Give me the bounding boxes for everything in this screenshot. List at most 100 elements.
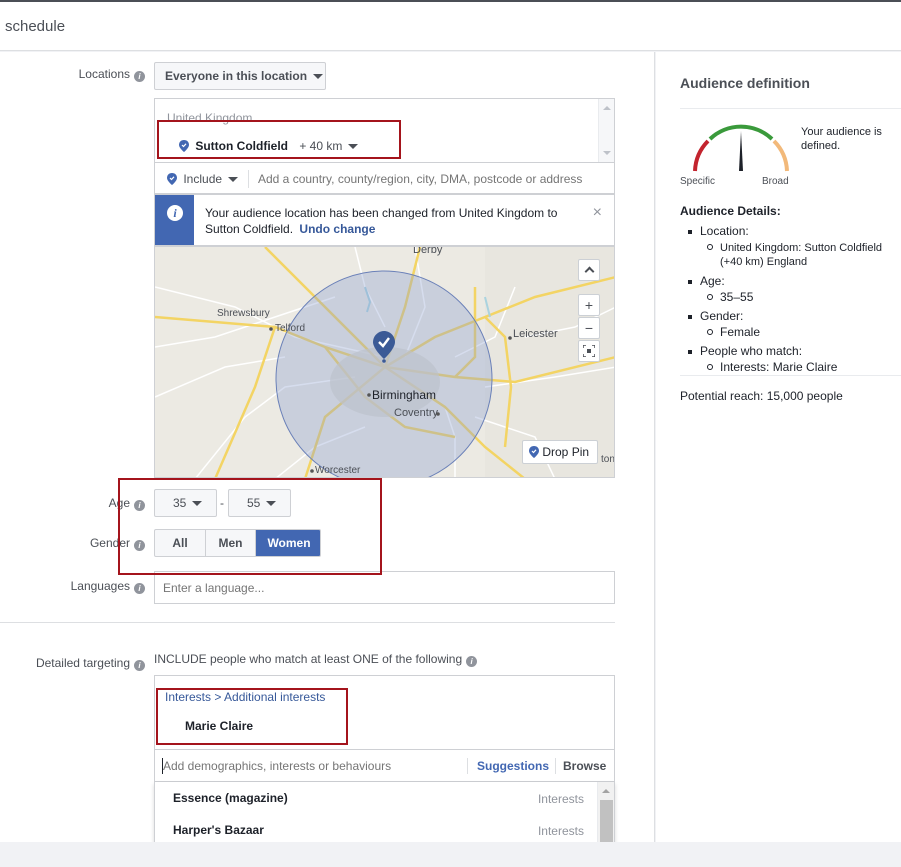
targeting-selections: Interests > Additional interests Marie C… [154, 675, 615, 749]
divider [555, 758, 556, 774]
bullet [707, 364, 713, 370]
language-input[interactable] [154, 571, 615, 604]
info-icon: i [167, 205, 183, 221]
list-item: Gender: [688, 310, 901, 323]
suggestions-scrollbar[interactable] [597, 782, 614, 842]
info-icon[interactable]: i [134, 71, 145, 82]
locations-label-row: Locations i [0, 67, 145, 82]
zoom-out-button[interactable]: − [578, 317, 600, 339]
suggestion-name: Harper's Bazaar [173, 823, 264, 837]
age-min-value: 35 [173, 496, 187, 510]
location-search-row: Include [154, 162, 615, 194]
targeting-search-row: Suggestions Browse [154, 749, 615, 782]
map-label-telford: Telford [275, 323, 306, 334]
map-label-shrewsbury: Shrewsbury [217, 308, 270, 319]
radius-value: + 40 km [299, 139, 343, 153]
suggestions-tab[interactable]: Suggestions [477, 759, 549, 773]
location-pin-marker-icon[interactable] [373, 331, 395, 363]
age-min-dropdown[interactable]: 35 [154, 489, 217, 517]
detail-value: Interests: Marie Claire [720, 360, 838, 374]
bullet [688, 230, 692, 234]
notice-message: Your audience location has been changed … [205, 205, 585, 237]
map-label-birmingham: Birmingham [372, 388, 437, 402]
gender-option-all[interactable]: All [155, 530, 206, 556]
location-pin-icon [167, 173, 177, 185]
ad-set-editor: schedule Locations i Everyone in this loc… [0, 0, 901, 867]
list-item[interactable]: Essence (magazine) Interests [155, 782, 598, 814]
age-separator: - [220, 496, 224, 510]
location-map[interactable]: Derby Shrewsbury Telford Leicester Birmi… [154, 246, 615, 478]
country-group-label: United Kingdom [167, 111, 253, 125]
zoom-in-button[interactable]: + [578, 294, 600, 316]
scroll-down-icon[interactable] [603, 151, 611, 155]
bullet [688, 350, 692, 354]
detail-heading: Location: [700, 224, 749, 238]
scroll-up-icon[interactable] [602, 789, 610, 793]
chevron-down-icon [228, 177, 239, 182]
audience-details-title: Audience Details: [680, 204, 781, 218]
detail-heading: Gender: [700, 309, 744, 323]
scroll-up-icon[interactable] [603, 106, 611, 110]
bullet [707, 329, 713, 335]
audience-form: Locations i Everyone in this location Uni… [0, 52, 655, 842]
divider [680, 108, 901, 109]
undo-change-link[interactable]: Undo change [299, 222, 375, 236]
gender-option-men[interactable]: Men [206, 530, 256, 556]
targeting-breadcrumb[interactable]: Interests > Additional interests [165, 690, 325, 704]
audience-status: Your audience is defined. [801, 126, 882, 152]
gender-option-women[interactable]: Women [256, 530, 320, 556]
scrollbar-thumb[interactable] [600, 800, 613, 842]
list-item[interactable]: Harper's Bazaar Interests [155, 814, 598, 842]
age-max-dropdown[interactable]: 55 [228, 489, 291, 517]
close-icon[interactable]: × [593, 204, 602, 222]
info-icon[interactable]: i [134, 660, 145, 671]
include-dropdown[interactable]: Include [167, 172, 239, 186]
fullscreen-button[interactable] [578, 340, 600, 362]
audience-definition-title: Audience definition [680, 75, 810, 91]
divider [680, 375, 901, 376]
locations-label: Locations [78, 67, 130, 81]
info-icon[interactable]: i [134, 500, 145, 511]
info-icon[interactable]: i [134, 540, 145, 551]
radius-dropdown[interactable]: + 40 km [299, 139, 359, 153]
drop-pin-label: Drop Pin [542, 445, 590, 459]
chevron-down-icon [266, 501, 277, 506]
gauge-broad-label: Broad [762, 176, 789, 187]
suggestion-category: Interests [537, 792, 584, 806]
list-item: United Kingdom: Sutton Coldfield (+40 km… [688, 241, 901, 269]
list-item: People who match: [688, 345, 901, 358]
selected-location[interactable]: Sutton Coldfield + 40 km [179, 139, 359, 153]
languages-label-row: Languages i [0, 579, 145, 594]
detailed-targeting-description-row: INCLUDE people who match at least ONE of… [154, 652, 478, 667]
list-item: Female [688, 326, 901, 339]
list-item: 35–55 [688, 291, 901, 304]
age-label-row: Age i [0, 496, 145, 511]
bullet [707, 294, 713, 300]
map-collapse-button[interactable] [578, 259, 600, 281]
map-label-leicester: Leicester [513, 328, 558, 340]
location-scope-dropdown[interactable]: Everyone in this location [154, 62, 326, 90]
divider [467, 758, 468, 774]
section-title: schedule [5, 18, 66, 35]
list-item: Age: [688, 275, 901, 288]
detail-heading: Age: [700, 274, 725, 288]
location-scope-label: Everyone in this location [165, 69, 308, 83]
list-item: Interests: Marie Claire [688, 361, 901, 374]
drop-pin-button[interactable]: Drop Pin [522, 440, 599, 464]
map-label-coventry: Coventry [394, 407, 439, 419]
info-icon[interactable]: i [134, 583, 145, 594]
info-icon[interactable]: i [466, 656, 478, 667]
include-label: Include [183, 172, 223, 186]
list-item: Location: [688, 225, 901, 238]
top-bar: schedule [0, 0, 901, 51]
location-list: United Kingdom Sutton Coldfield + 40 km [154, 98, 615, 163]
browse-tab[interactable]: Browse [563, 759, 606, 773]
section-divider [0, 622, 615, 623]
location-search-input[interactable] [258, 169, 608, 189]
targeting-search-input[interactable] [163, 756, 453, 776]
selected-interest[interactable]: Marie Claire [185, 719, 253, 733]
location-list-scrollbar[interactable] [598, 99, 614, 163]
chevron-up-icon [584, 266, 594, 277]
gauge-specific-label: Specific [680, 176, 716, 187]
suggestion-name: Essence (magazine) [173, 791, 288, 805]
